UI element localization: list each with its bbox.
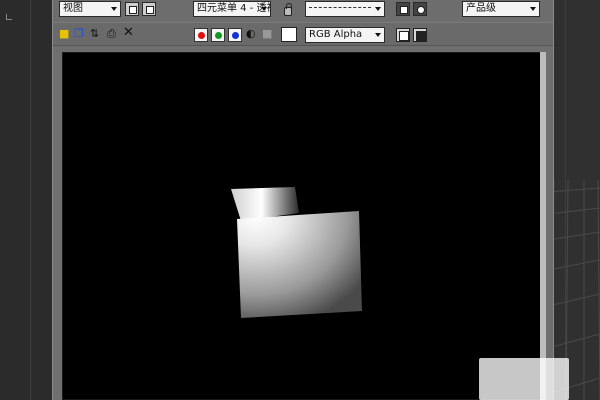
monochrome-icon[interactable]: ■ (262, 28, 272, 40)
render-output-viewport (62, 52, 544, 400)
toggle-ui-overlay-button[interactable] (396, 28, 410, 42)
lock-icon[interactable] (284, 3, 292, 16)
rendered-object-image (231, 187, 362, 318)
copy-icon[interactable]: ❐ (74, 28, 84, 40)
blue-channel-toggle[interactable] (228, 28, 242, 42)
render-scrollbar[interactable] (540, 52, 546, 400)
green-channel-toggle[interactable] (211, 28, 225, 42)
color-swatch[interactable] (281, 27, 297, 42)
render-toolbar-bottom: ■ ❐ ⇅ ⎙ ✕ ◐ ■ RGB Alpha (53, 22, 553, 46)
render-button[interactable] (413, 2, 427, 16)
close-icon[interactable]: ✕ (123, 26, 134, 39)
clone-icon[interactable]: ⇅ (90, 28, 99, 40)
viewport-corner-icon (6, 14, 12, 20)
render-preset-dropdown[interactable] (305, 1, 385, 17)
alpha-channel-icon[interactable]: ◐ (246, 28, 256, 40)
auto-region-button[interactable] (142, 2, 156, 16)
edit-region-button[interactable] (125, 2, 139, 16)
toggle-ui-button[interactable] (413, 28, 427, 42)
viewport-dropdown[interactable]: 四元菜单 4 - 透视 (193, 1, 271, 17)
render-quality-dropdown[interactable]: 产品级 (462, 1, 540, 17)
red-channel-toggle[interactable] (194, 28, 208, 42)
rendered-frame-window: 视图 四元菜单 4 - 透视 产品级 ■ ❐ ⇅ ⎙ ✕ ◐ ■ RGB Alp… (52, 0, 554, 400)
preset-empty-indicator (309, 6, 371, 8)
chevron-down-icon (530, 7, 536, 11)
viewport-dropdown-value: 四元菜单 4 - 透视 (197, 3, 271, 14)
watermark (479, 358, 569, 400)
background-left-panel (0, 0, 52, 400)
view-area-dropdown[interactable]: 视图 (59, 1, 121, 17)
chevron-down-icon (375, 7, 381, 11)
chevron-down-icon (375, 33, 381, 37)
blue-channel-icon (232, 32, 239, 39)
render-quality-dropdown-value: 产品级 (466, 3, 496, 14)
chevron-down-icon (111, 7, 117, 11)
rendered-object-front-face (237, 211, 362, 318)
view-area-dropdown-value: 视图 (63, 3, 83, 14)
viewport-divider (30, 0, 31, 400)
render-setup-button[interactable] (396, 2, 410, 16)
display-channel-dropdown-value: RGB Alpha (309, 29, 363, 40)
green-channel-icon (215, 32, 222, 39)
display-channel-dropdown[interactable]: RGB Alpha (305, 27, 385, 43)
print-icon[interactable]: ⎙ (107, 28, 116, 40)
render-toolbar-top: 视图 四元菜单 4 - 透视 产品级 (53, 0, 553, 21)
chevron-down-icon (261, 7, 267, 11)
red-channel-icon (198, 32, 205, 39)
save-icon[interactable]: ■ (59, 28, 69, 40)
